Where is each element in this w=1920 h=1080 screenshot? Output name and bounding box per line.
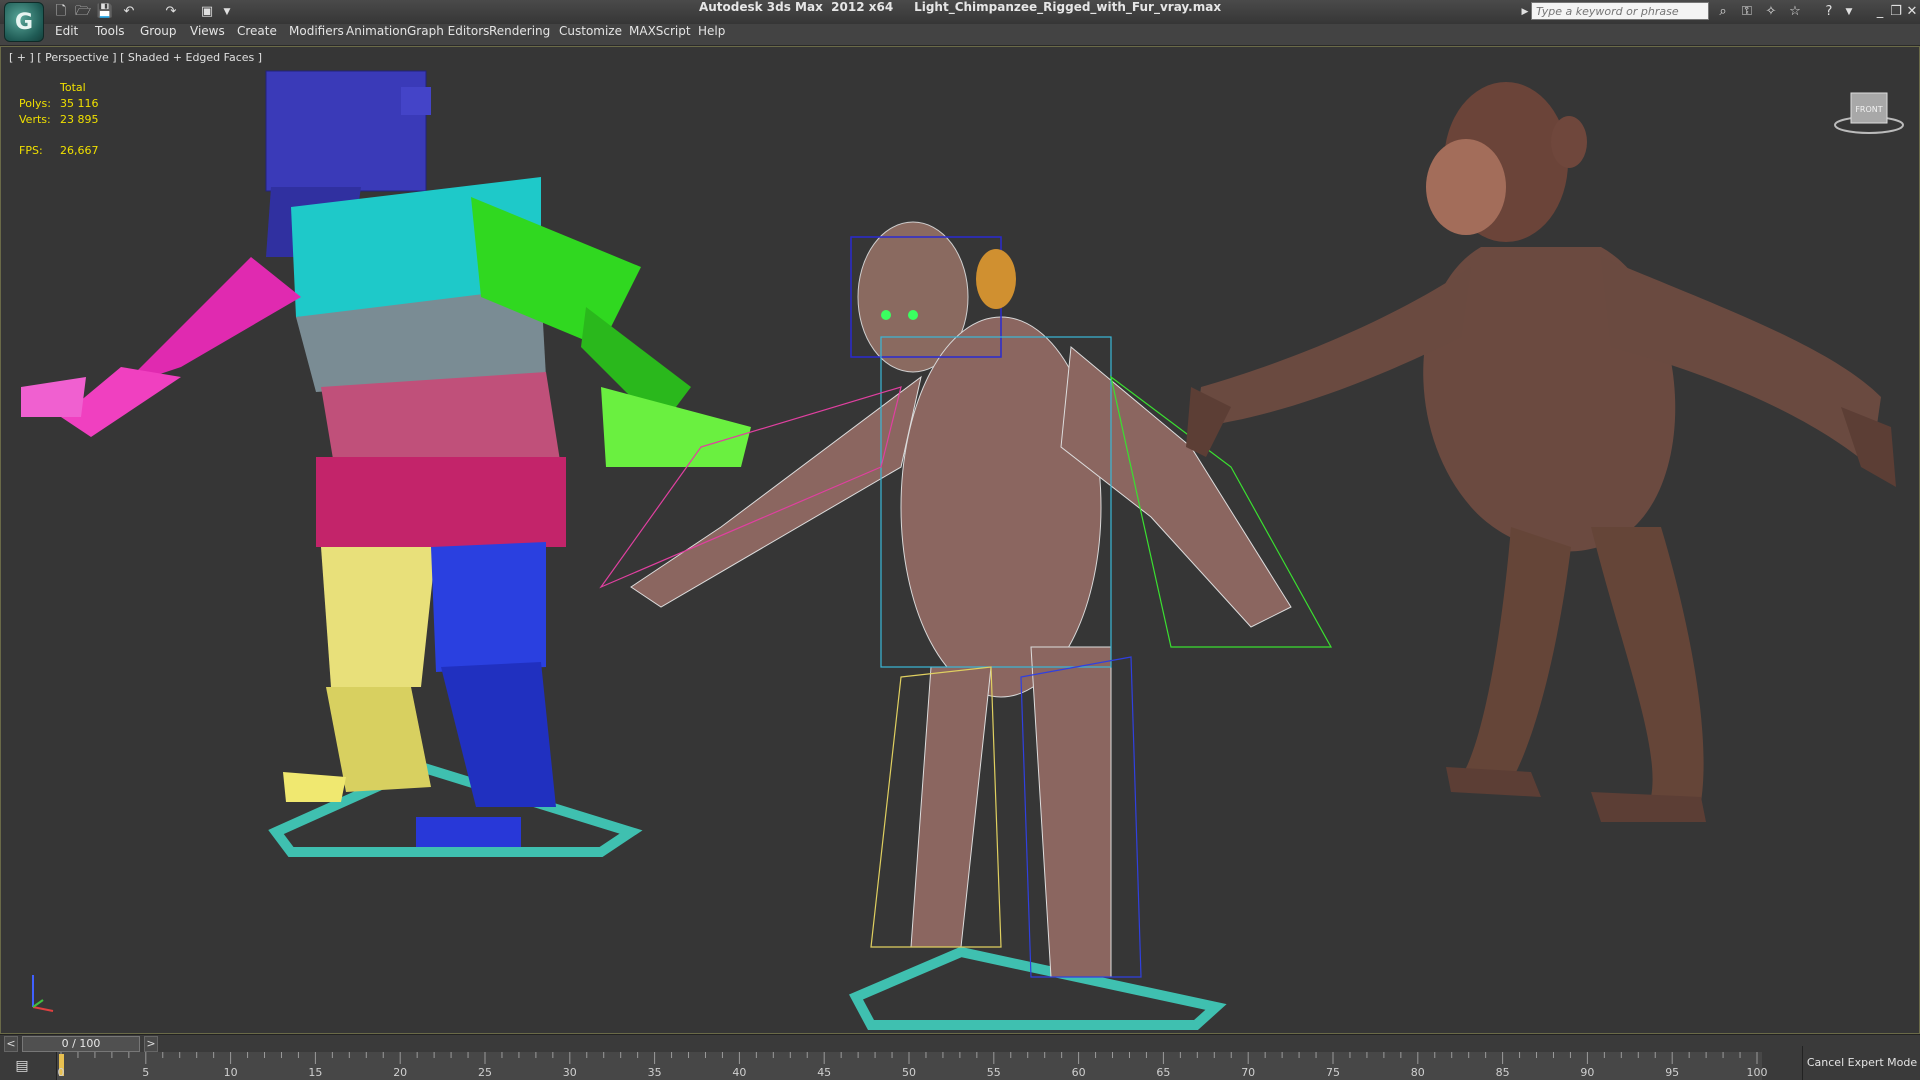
chimp-right-foot	[1591, 792, 1706, 822]
rig-pelvis	[316, 457, 566, 547]
axis-tripod-icon	[32, 975, 54, 1012]
menu-graph-editors[interactable]: Graph Editors	[407, 24, 489, 45]
close-icon[interactable]: ✕	[1904, 3, 1920, 21]
tick-label: 30	[562, 1066, 577, 1079]
tick-label: 15	[308, 1066, 323, 1079]
viewcube-widget[interactable]: FRONT	[1834, 87, 1904, 137]
menu-group[interactable]: Group	[140, 24, 177, 45]
help-dropdown-icon[interactable]: ▼	[1840, 3, 1858, 21]
rig-left-thigh	[321, 547, 436, 687]
chimp-face	[1426, 139, 1506, 235]
chimp-right-leg	[1591, 527, 1704, 802]
help-icon[interactable]: ?	[1820, 3, 1838, 21]
chimp-ear	[1551, 116, 1587, 168]
menu-animation[interactable]: Animation	[346, 24, 407, 45]
chimp-wire-left-leg	[910, 666, 992, 948]
title-bar: G 🗋 🗁 💾 ↶ ↷ ▣ ▼ Autodesk 3ds Max 2012 x6…	[0, 0, 1920, 42]
redo-icon[interactable]: ↷	[162, 3, 180, 21]
tick-label: 5	[142, 1066, 150, 1079]
tick-label: 60	[1071, 1066, 1086, 1079]
dropdown-arrow-icon[interactable]: ▼	[218, 3, 236, 21]
tick-label: 70	[1241, 1066, 1256, 1079]
tick-label: 50	[902, 1066, 916, 1079]
search-input[interactable]	[1531, 2, 1709, 20]
viewcube-label[interactable]: FRONT	[1855, 105, 1882, 114]
tick-label: 75	[1326, 1066, 1340, 1079]
time-slider[interactable]: < 0 / 100 >	[0, 1034, 1920, 1053]
tick-label: 85	[1495, 1066, 1510, 1079]
tick-label: 35	[647, 1066, 662, 1079]
favorites-star-icon[interactable]: ☆	[1786, 3, 1804, 21]
menu-rendering[interactable]: Rendering	[489, 24, 550, 45]
mini-curve-editor-icon[interactable]: ▤	[10, 1056, 34, 1076]
rig-right-shin	[441, 662, 556, 807]
communication-icon[interactable]: ✧	[1762, 3, 1780, 21]
tick-label: 10	[223, 1066, 238, 1079]
chimp-ground-control	[849, 946, 1227, 1030]
tick-label: 0	[57, 1066, 65, 1079]
chimp-wire-right-leg	[1030, 646, 1112, 978]
chimp-wire-eye-left	[881, 310, 891, 320]
menu-maxscript[interactable]: MAXScript	[629, 24, 691, 45]
tick-label: 40	[732, 1066, 747, 1079]
menu-tools[interactable]: Tools	[95, 24, 125, 45]
tick-label: 65	[1156, 1066, 1171, 1079]
perspective-viewport[interactable]: [ + ] [ Perspective ] [ Shaded + Edged F…	[0, 46, 1920, 1034]
tick-label: 45	[817, 1066, 832, 1079]
rig-left-hand	[21, 377, 86, 417]
rig-left-foot	[283, 772, 346, 802]
chimp-wire-eye-right	[908, 310, 918, 320]
menu-views[interactable]: Views	[190, 24, 225, 45]
time-next-button[interactable]: >	[144, 1036, 158, 1052]
tick-label: 20	[393, 1066, 408, 1079]
chimp-left-foot	[1446, 767, 1541, 797]
tick-label: 55	[986, 1066, 1001, 1079]
chimp-left-leg	[1461, 527, 1571, 782]
menu-help[interactable]: Help	[698, 24, 725, 45]
rig-jaw	[401, 87, 431, 115]
undo-icon[interactable]: ↶	[120, 3, 138, 21]
key-icon[interactable]: ⚿	[1738, 3, 1756, 21]
save-icon[interactable]: 💾	[96, 3, 114, 21]
new-file-icon[interactable]: 🗋	[52, 3, 70, 21]
track-bar: ▤ 0 5 10 15 20 25 30 35 40 45 50 55 60 65 70 75 80 85 90 95…	[0, 1052, 1920, 1080]
tick-label: 80	[1410, 1066, 1425, 1079]
open-file-icon[interactable]: 🗁	[74, 3, 92, 21]
rig-left-upper-arm	[121, 257, 301, 387]
track-ruler[interactable]: 0 5 10 15 20 25 30 35 40 45 50 55 60 65 70 75 80 85 90 95 10…	[56, 1052, 1768, 1080]
rig-left-shin	[326, 687, 431, 792]
time-slider-thumb[interactable]: 0 / 100	[22, 1036, 140, 1052]
tick-label: 100	[1746, 1066, 1768, 1079]
menu-create[interactable]: Create	[237, 24, 277, 45]
rig-right-foot	[416, 817, 521, 847]
cancel-expert-mode-button[interactable]: Cancel Expert Mode	[1802, 1046, 1920, 1080]
tick-label: 95	[1665, 1066, 1680, 1079]
wireframe-chimpanzee[interactable]	[599, 221, 1333, 1030]
app-logo-icon[interactable]: G	[4, 2, 44, 42]
rig-right-thigh	[431, 542, 546, 672]
menu-customize[interactable]: Customize	[559, 24, 622, 45]
rendered-chimpanzee[interactable]	[1186, 82, 1896, 822]
chimp-wire-ear	[976, 249, 1016, 309]
minimize-icon[interactable]: _	[1872, 3, 1888, 21]
project-icon[interactable]: ▣	[198, 3, 216, 21]
menu-modifiers[interactable]: Modifiers	[289, 24, 344, 45]
tick-label: 90	[1580, 1066, 1595, 1079]
time-prev-button[interactable]: <	[4, 1036, 18, 1052]
menu-bar: Edit Tools Group Views Create Modifiers …	[0, 24, 1920, 46]
binoculars-icon[interactable]: ⌕	[1714, 3, 1732, 21]
scene-canvas	[21, 70, 1896, 1030]
tick-label: 25	[478, 1066, 492, 1079]
restore-icon[interactable]: ❐	[1888, 3, 1904, 21]
biped-rig[interactable]	[21, 70, 751, 857]
menu-edit[interactable]: Edit	[55, 24, 78, 45]
